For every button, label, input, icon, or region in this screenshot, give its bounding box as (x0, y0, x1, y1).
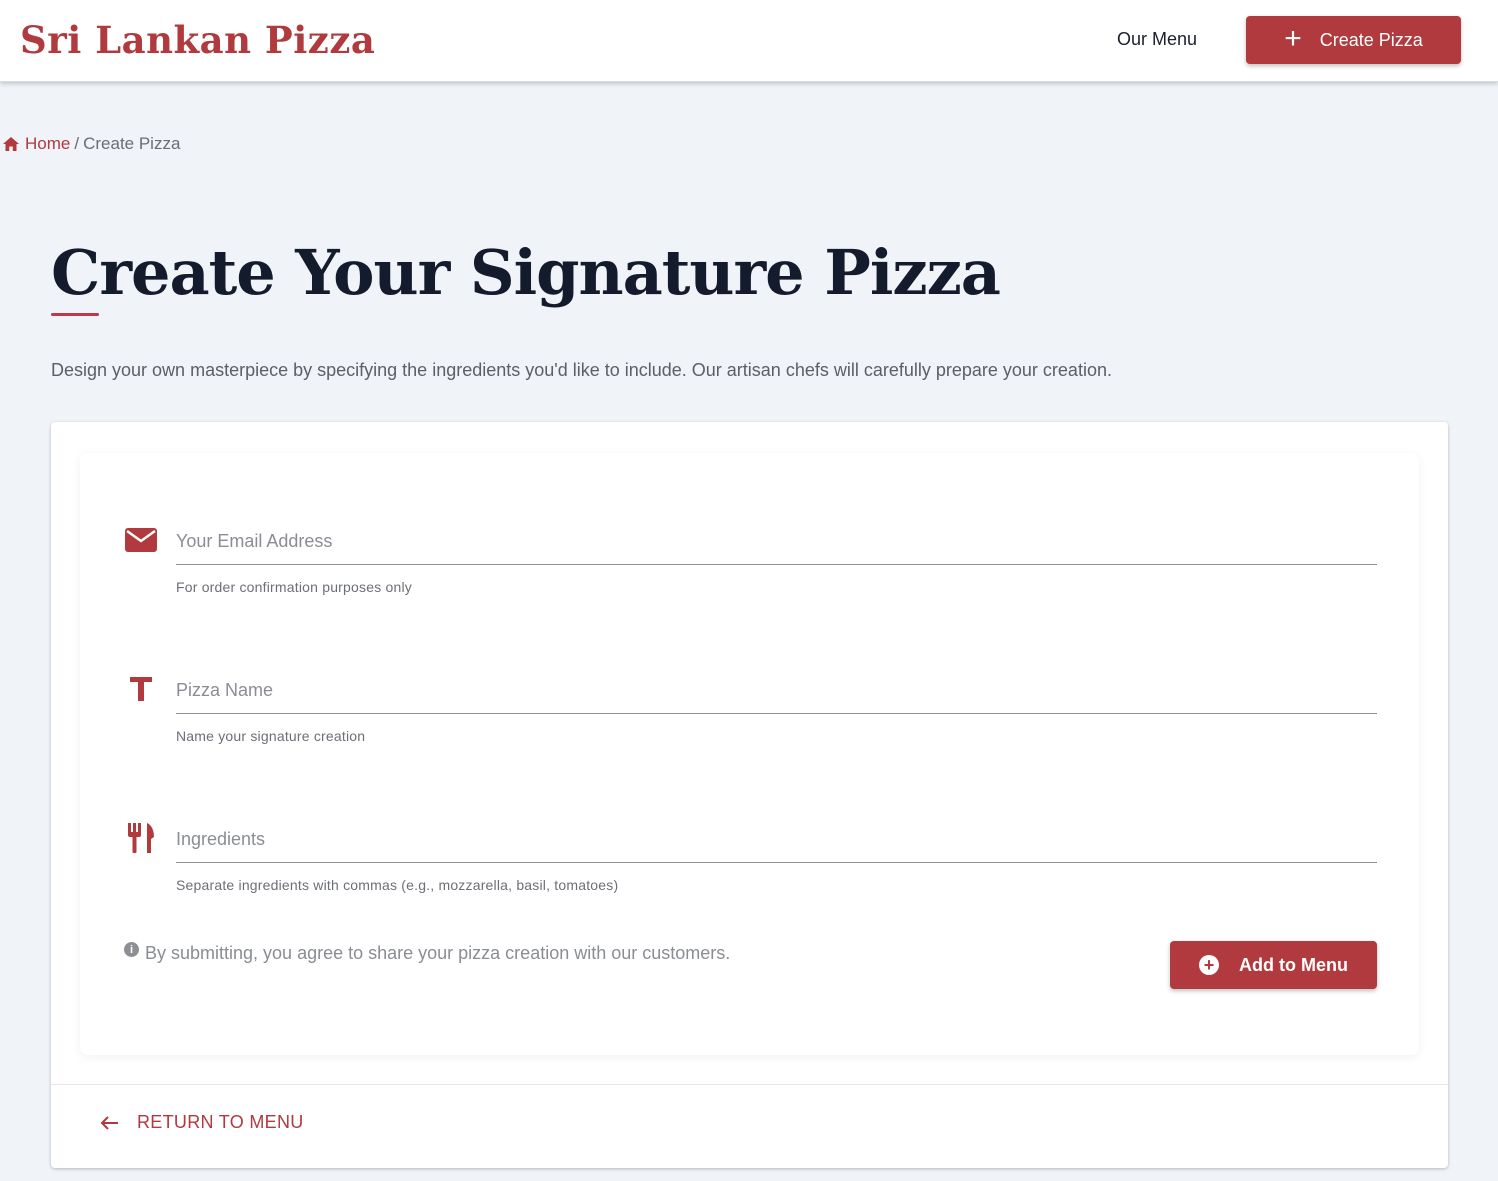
add-to-menu-label: Add to Menu (1239, 954, 1348, 975)
utensils-icon (124, 821, 158, 855)
create-pizza-button-label: Create Pizza (1319, 29, 1423, 50)
ingredients-field-group: Ingredients Separate ingredients with co… (176, 819, 1377, 893)
ingredients-input[interactable]: Ingredients (176, 819, 1377, 863)
breadcrumb-current: Create Pizza (83, 134, 181, 153)
add-to-menu-button[interactable]: + Add to Menu (1170, 941, 1377, 989)
card-divider (51, 1084, 1448, 1085)
pizza-name-hint: Name your signature creation (176, 728, 366, 744)
breadcrumb-separator: / (74, 134, 80, 153)
ingredients-hint: Separate ingredients with commas (e.g., … (176, 877, 619, 893)
email-field-group: Your Email Address For order confirmatio… (176, 521, 1377, 595)
pizza-name-input[interactable]: Pizza Name (176, 670, 1377, 714)
page-intro: Design your own masterpiece by specifyin… (51, 360, 1112, 380)
submission-notice-text: By submitting, you agree to share your p… (145, 943, 731, 963)
email-input[interactable]: Your Email Address (176, 521, 1377, 565)
title-underline (51, 313, 99, 316)
home-icon (3, 137, 19, 151)
return-to-menu-button[interactable]: RETURN TO MENU (101, 1112, 304, 1133)
text-icon (124, 672, 158, 706)
return-to-menu-label: RETURN TO MENU (137, 1112, 304, 1132)
pizza-name-field-group: Pizza Name Name your signature creation (176, 670, 1377, 744)
plus-circle-icon: + (1199, 955, 1219, 975)
arrow-left-icon (101, 1115, 118, 1130)
breadcrumb-home-link[interactable]: Home (3, 134, 70, 154)
breadcrumb-home-label: Home (25, 134, 71, 153)
pizza-form: Your Email Address For order confirmatio… (80, 453, 1419, 1055)
nav-our-menu-link[interactable]: Our Menu (1117, 29, 1197, 50)
info-icon: i (124, 942, 139, 957)
brand-logo[interactable]: Sri Lankan Pizza (20, 18, 375, 62)
plus-icon: + (1284, 21, 1302, 55)
page-title: Create Your Signature Pizza (51, 236, 1001, 309)
email-hint: For order confirmation purposes only (176, 579, 412, 595)
create-pizza-card: Your Email Address For order confirmatio… (51, 422, 1448, 1168)
top-navbar: Sri Lankan Pizza Our Menu + Create Pizza (0, 0, 1498, 82)
breadcrumb: Home / Create Pizza (3, 134, 180, 154)
create-pizza-button[interactable]: + Create Pizza (1246, 16, 1461, 64)
submission-notice: i By submitting, you agree to share your… (124, 942, 731, 964)
envelope-icon (124, 523, 158, 557)
